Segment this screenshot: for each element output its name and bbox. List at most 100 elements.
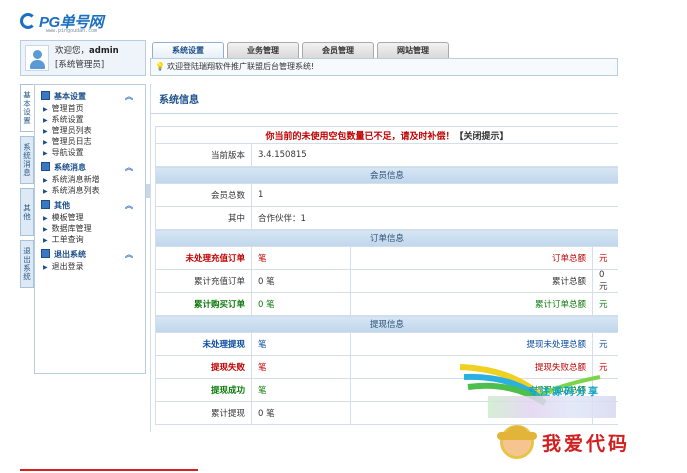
vtab-basic-settings[interactable]: 基本设置: [20, 84, 34, 132]
table-row: 其中 合作伙伴：1: [155, 206, 618, 230]
cum-order-total-value: 元: [592, 292, 618, 316]
section-header: 订单信息: [155, 229, 618, 247]
cum-total-value: 0元: [592, 269, 618, 293]
withdraw-cum-label: 累计提现: [155, 401, 252, 425]
menu-item-admin-log[interactable]: ▶ 管理员日志: [39, 136, 141, 147]
menu-item-ticket-query[interactable]: ▶ 工单查询: [39, 234, 141, 245]
members-section-title: 会员信息: [155, 166, 618, 184]
logo-icon: [20, 13, 36, 29]
withdraw-success-value: 笔: [251, 378, 351, 402]
cum-total-label: 累计总额: [349, 269, 594, 293]
alert-text: 你当前的未使用空包数量已不足，请及时补偿！: [265, 131, 455, 142]
withdraw-success-label: 提现成功: [155, 378, 252, 402]
member-other-value: 合作伙伴：1: [251, 206, 618, 230]
table-row: 未处理提现 笔 提现未处理总额 元: [155, 332, 618, 356]
withdraw-unprocessed-total-label: 提现未处理总额: [349, 332, 594, 356]
user-name: admin: [89, 46, 119, 56]
cum-purchase-label: 累计购买订单: [155, 292, 252, 316]
menu-item-database-manage[interactable]: ▶ 数据库管理: [39, 223, 141, 234]
arrow-icon: ▶: [43, 226, 48, 233]
arrow-icon: ▶: [43, 150, 48, 157]
watermark-logo: 我爱代码: [497, 420, 631, 464]
withdraw-unprocessed-label: 未处理提现: [155, 332, 252, 356]
tab-member-manage[interactable]: 会员管理: [302, 42, 374, 58]
greeting: 欢迎您，: [55, 46, 90, 56]
collapse-icon[interactable]: ︽: [125, 91, 133, 102]
arrow-icon: ▶: [43, 237, 48, 244]
menu-item-message-list[interactable]: ▶ 系统消息列表: [39, 185, 141, 196]
strawhat-avatar-icon: [497, 425, 537, 459]
folder-icon: [41, 200, 50, 209]
member-total-label: 会员总数: [155, 183, 252, 207]
user-role: [系统管理员]: [55, 60, 105, 70]
section-header: 提现信息: [155, 315, 618, 333]
arrow-icon: ▶: [43, 128, 48, 135]
menu-group-other[interactable]: 其他 ︽: [39, 199, 141, 212]
arrow-icon: ▶: [43, 177, 48, 184]
collapse-icon[interactable]: ︽: [125, 200, 133, 211]
arrow-icon: ▶: [43, 139, 48, 146]
logout-icon: [41, 249, 50, 258]
menu-item-admin-home[interactable]: ▶ 管理首页: [39, 103, 141, 114]
cum-recharge-label: 累计充值订单: [155, 269, 252, 293]
collapse-icon[interactable]: ︽: [125, 162, 133, 173]
cum-purchase-value: 0 笔: [251, 292, 351, 316]
section-header: 会员信息: [155, 166, 618, 184]
withdraw-cum-value: 0 笔: [251, 401, 351, 425]
page-title: 系统信息: [151, 84, 618, 114]
table-row: 累计购买订单 0 笔 累计订单总额 元: [155, 292, 618, 316]
vtab-logout[interactable]: 退出系统: [20, 240, 34, 288]
table-row: 累计充值订单 0 笔 累计总额 0元: [155, 269, 618, 293]
table-row: 当前版本 3.4.150815: [155, 143, 618, 167]
table-row: 未处理充值订单 笔 订单总额 元: [155, 246, 618, 270]
tab-business-manage[interactable]: 业务管理: [227, 42, 299, 58]
sidebar-menu: 基本设置 ︽ ▶ 管理首页 ▶ 系统设置 ▶ 管理员列表 ▶ 管理员日志 ▶ 导航设置 系…: [34, 84, 146, 374]
menu-item-admin-list[interactable]: ▶ 管理员列表: [39, 125, 141, 136]
close-alert-link[interactable]: 【关闭提示】: [455, 132, 509, 142]
menu-item-system-settings[interactable]: ▶ 系统设置: [39, 114, 141, 125]
tab-site-manage[interactable]: 网站管理: [377, 42, 449, 58]
version-label: 当前版本: [155, 143, 252, 167]
cum-recharge-value: 0 笔: [251, 269, 351, 293]
menu-group-system-messages[interactable]: 系统消息 ︽: [39, 161, 141, 174]
top-tabs: 系统设置 业务管理 会员管理 网站管理: [152, 42, 452, 58]
logo-subtext: www.pingoudan.com: [46, 28, 98, 34]
menu-item-logout[interactable]: ▶ 退出登录: [39, 261, 141, 272]
site-logo: PG单号网 www.pingoudan.com: [20, 6, 112, 36]
menu-group-basic-settings[interactable]: 基本设置 ︽: [39, 90, 141, 103]
order-total-value: 元: [592, 246, 618, 270]
vtab-other[interactable]: 其他: [20, 188, 34, 236]
withdraw-unprocessed-total-value: 元: [592, 332, 618, 356]
menu-item-nav-settings[interactable]: ▶ 导航设置: [39, 147, 141, 158]
alert-row: 你当前的未使用空包数量已不足，请及时补偿！【关闭提示】: [155, 126, 618, 144]
arrow-icon: ▶: [43, 117, 48, 124]
menu-group-logout[interactable]: 退出系统 ︽: [39, 248, 141, 261]
welcome-notice: 💡 欢迎登陆瑞翔软件推广联盟后台管理系统!: [150, 58, 618, 76]
orders-section-title: 订单信息: [155, 229, 618, 247]
vertical-tabs: 基本设置 系统消息 其他 退出系统: [20, 84, 34, 292]
withdraw-section-title: 提现信息: [155, 315, 618, 333]
menu-item-template-manage[interactable]: ▶ 模板管理: [39, 212, 141, 223]
vtab-system-messages[interactable]: 系统消息: [20, 136, 34, 184]
avatar: [25, 45, 49, 71]
collapse-icon[interactable]: ︽: [125, 249, 133, 260]
order-total-label: 订单总额: [349, 246, 594, 270]
lightbulb-icon: 💡: [155, 62, 165, 71]
arrow-icon: ▶: [43, 106, 48, 113]
settings-icon: [41, 91, 50, 100]
withdraw-unprocessed-value: 笔: [251, 332, 351, 356]
cum-order-total-label: 累计订单总额: [349, 292, 594, 316]
message-icon: [41, 162, 50, 171]
version-value: 3.4.150815: [251, 143, 618, 167]
menu-item-message-add[interactable]: ▶ 系统消息新增: [39, 174, 141, 185]
tab-system-settings[interactable]: 系统设置: [152, 42, 224, 58]
member-total-value: 1: [251, 183, 618, 207]
member-other-label: 其中: [155, 206, 252, 230]
table-row: 会员总数 1: [155, 183, 618, 207]
watermark-line2: 我爱代码: [542, 432, 631, 455]
unprocessed-recharge-value: 笔: [251, 246, 351, 270]
user-panel: 欢迎您，admin [系统管理员]: [20, 40, 146, 76]
arrow-icon: ▶: [43, 264, 48, 271]
divider: [20, 469, 198, 471]
withdraw-failed-label: 提现失败: [155, 355, 252, 379]
